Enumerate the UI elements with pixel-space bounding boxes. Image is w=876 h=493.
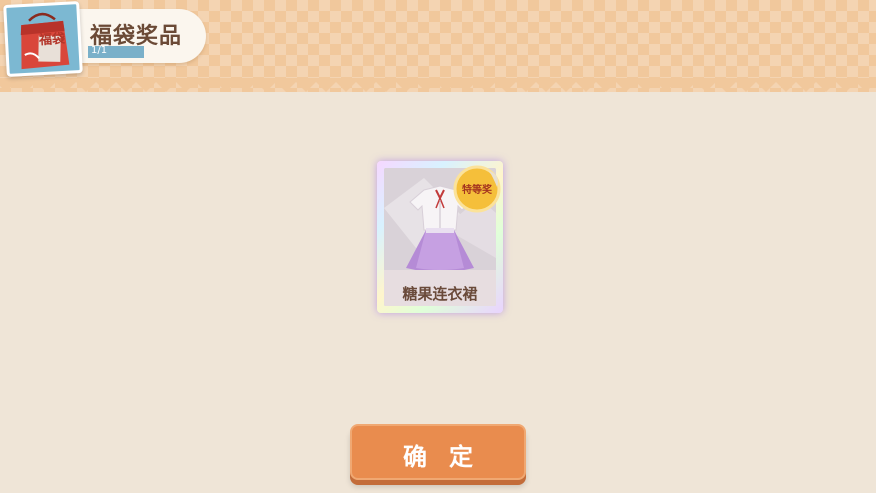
progress-text: 1/1 — [91, 45, 108, 56]
grand-prize-badge: 特等奖 — [453, 165, 501, 213]
lucky-bag-icon: 福袋 — [3, 1, 83, 77]
confirm-button[interactable]: 确定 — [350, 424, 526, 480]
bag-label: 福袋 — [38, 31, 66, 49]
progress-bar: 1/1 — [88, 45, 144, 58]
prize-name: 糖果连衣裙 — [402, 285, 478, 303]
confirm-button-label: 确定 — [403, 443, 495, 471]
badge-label: 特等奖 — [462, 185, 492, 196]
header-band-zigzag — [0, 78, 876, 92]
